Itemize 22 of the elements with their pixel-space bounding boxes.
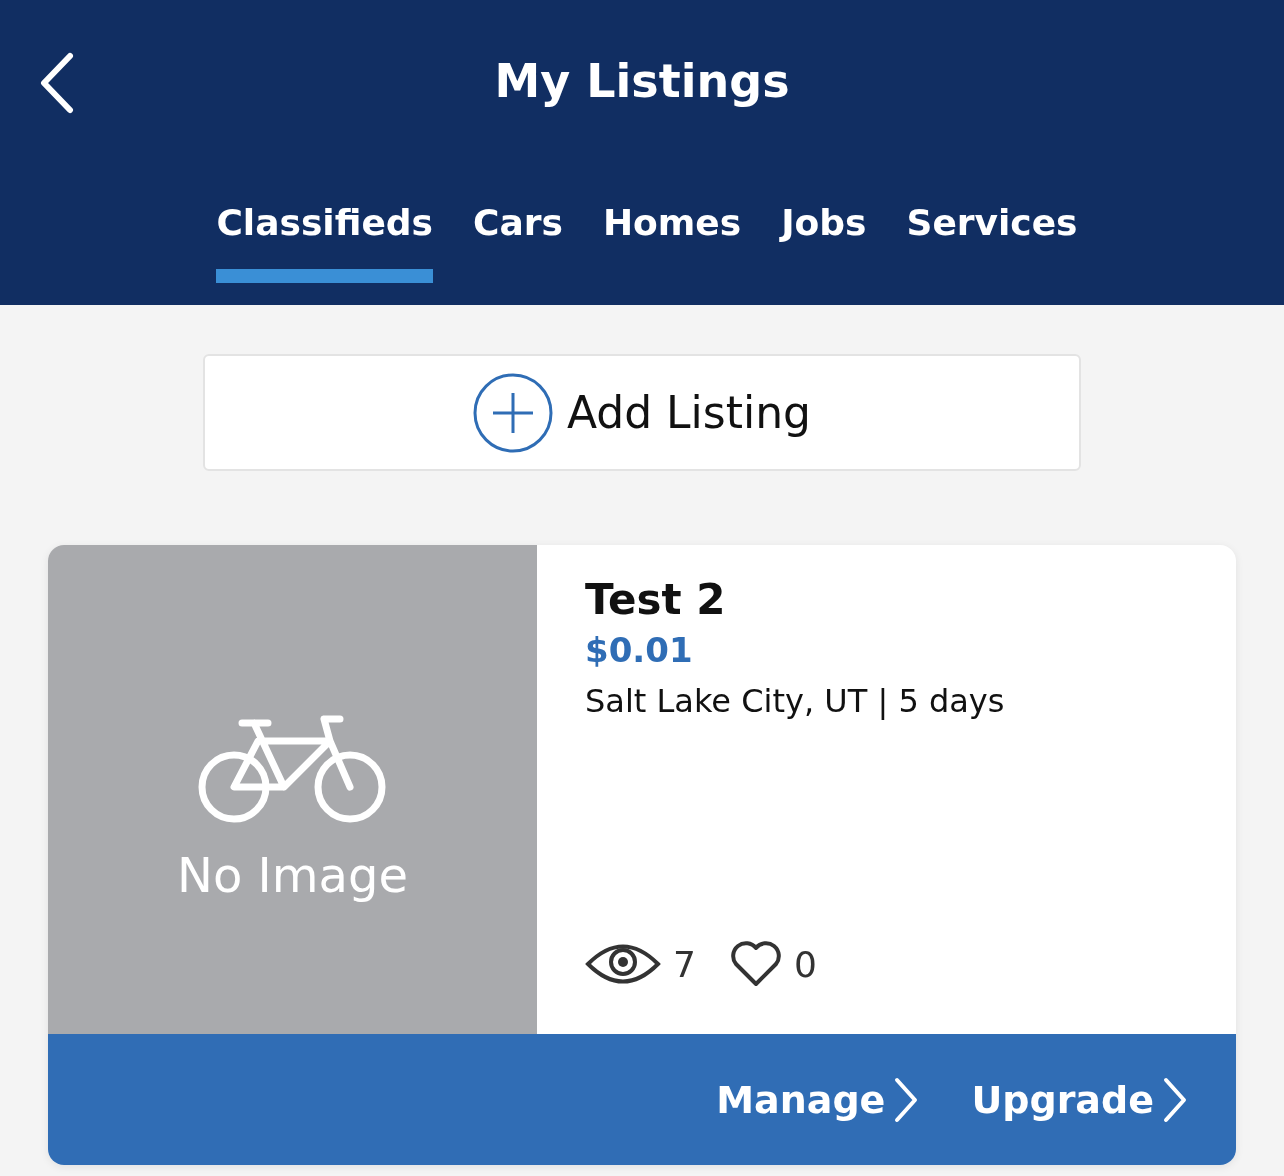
tab[interactable]: Jobs (781, 170, 867, 283)
eye-icon (585, 941, 661, 987)
tab[interactable]: Services (906, 170, 1078, 283)
no-image-label: No Image (177, 846, 408, 903)
tab[interactable]: Homes (602, 170, 742, 283)
back-icon[interactable] (38, 52, 76, 114)
action-link[interactable]: Upgrade (971, 1075, 1188, 1124)
listing-title: Test 2 (585, 575, 727, 624)
heart-icon[interactable] (729, 940, 782, 988)
chevron-right-icon (1162, 1075, 1188, 1124)
listing-card[interactable]: No Image Test 2 $0.01 Salt Lake City, UT | 5 days 7 0 Manage Upgrade (48, 545, 1236, 1165)
add-listing-button[interactable]: Add Listing (203, 354, 1081, 471)
tab[interactable]: Classifieds (216, 170, 433, 283)
listing-location: Salt Lake City, UT | 5 days (585, 682, 1006, 720)
page-title: My Listings (494, 54, 790, 108)
tab[interactable]: Cars (473, 170, 563, 283)
chevron-right-icon (893, 1075, 920, 1124)
plus-circle-icon (472, 372, 553, 453)
favorite-count: 0 (793, 943, 817, 985)
action-link[interactable]: Manage (716, 1075, 920, 1124)
listing-price: $0.01 (585, 630, 694, 670)
view-count: 7 (673, 943, 696, 985)
